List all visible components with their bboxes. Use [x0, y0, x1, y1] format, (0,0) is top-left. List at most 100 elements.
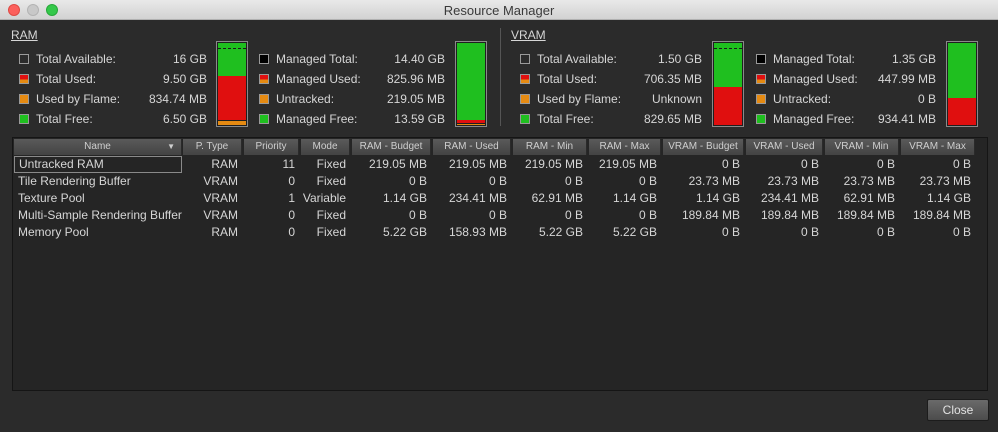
- table-cell: Fixed: [316, 157, 346, 171]
- window-title: Resource Manager: [443, 3, 555, 18]
- managed-limit-marker: [218, 48, 246, 49]
- free-swatch: [19, 114, 29, 124]
- vram-managed-total: Managed Total: 1.35 GB: [756, 51, 936, 67]
- vram-managed-used: Managed Used: 447.99 MB: [756, 71, 936, 87]
- ram-total-used: Total Used: 9.50 GB: [19, 71, 207, 87]
- vram-managed-usage-bar: [946, 41, 978, 127]
- table-cell: 0 B: [488, 174, 507, 188]
- ram-used-by-flame: Used by Flame: 834.74 MB: [19, 91, 207, 107]
- managed-limit-marker: [714, 48, 742, 49]
- table-row[interactable]: Multi-Sample Rendering Buffer VRAM 0 Fixed 0…: [14, 207, 988, 224]
- table-cell: 219.05 MB: [448, 157, 507, 171]
- empty-swatch: [520, 54, 530, 64]
- table-cell: 0: [288, 174, 295, 188]
- table-cell: VRAM: [203, 191, 238, 205]
- table-cell: 0 B: [408, 174, 427, 188]
- table-cell: 1.14 GB: [926, 191, 971, 205]
- column-header[interactable]: RAM - Min: [513, 139, 587, 155]
- vram-used-by-flame: Used by Flame: Unknown: [520, 91, 702, 107]
- column-header[interactable]: RAM - Max: [589, 139, 661, 155]
- column-header[interactable]: Priority: [244, 139, 299, 155]
- table-cell: RAM: [211, 157, 238, 171]
- ram-managed-usage-bar: [455, 41, 487, 127]
- table-cell: 23.73 MB: [843, 174, 895, 188]
- table-cell: 5.22 GB: [612, 225, 657, 239]
- table-cell: 0 B: [800, 225, 819, 239]
- column-header[interactable]: VRAM - Used: [746, 139, 823, 155]
- usage-segment: [948, 98, 976, 125]
- table-cell: Fixed: [316, 225, 346, 239]
- vram-system-usage-bar: [712, 41, 744, 127]
- close-button[interactable]: Close: [927, 399, 989, 421]
- table-cell: 62.91 MB: [843, 191, 895, 205]
- sort-descending-icon: ▼: [167, 142, 175, 151]
- column-header[interactable]: RAM - Used: [433, 139, 511, 155]
- column-header[interactable]: VRAM - Budget: [663, 139, 744, 155]
- untracked-swatch: [756, 94, 766, 104]
- column-header[interactable]: VRAM - Min: [825, 139, 899, 155]
- column-header[interactable]: Name ▼: [14, 139, 182, 155]
- table-cell: 0 B: [488, 208, 507, 222]
- table-cell: 0 B: [564, 208, 583, 222]
- table-cell: 23.73 MB: [688, 174, 740, 188]
- table-cell: 189.84 MB: [760, 208, 819, 222]
- usage-segment: [714, 87, 742, 125]
- used-swatch: [19, 74, 29, 84]
- vram-managed-free: Managed Free: 934.41 MB: [756, 111, 936, 127]
- column-header[interactable]: Mode: [301, 139, 350, 155]
- table-cell: 0 B: [638, 208, 657, 222]
- table-cell: 189.84 MB: [912, 208, 971, 222]
- flame-swatch: [19, 94, 29, 104]
- usage-segment: [457, 43, 485, 120]
- column-header[interactable]: RAM - Budget: [352, 139, 431, 155]
- title-bar: Resource Manager: [0, 0, 998, 20]
- table-cell: 0 B: [721, 157, 740, 171]
- usage-segment: [218, 76, 246, 120]
- table-row[interactable]: Untracked RAM RAM 11 Fixed 219.05 MB 219.05 M…: [14, 156, 988, 173]
- table-cell: 0 B: [800, 157, 819, 171]
- table-row[interactable]: Tile Rendering Buffer VRAM 0 Fixed 0 B 0 B 0 B…: [14, 173, 988, 190]
- table-cell: 0: [288, 208, 295, 222]
- free-swatch: [520, 114, 530, 124]
- row-name-cell: Memory Pool: [18, 225, 89, 239]
- table-cell: 189.84 MB: [681, 208, 740, 222]
- ram-managed-total: Managed Total: 14.40 GB: [259, 51, 445, 67]
- vram-section-title: VRAM: [511, 28, 546, 42]
- column-header[interactable]: VRAM - Max: [901, 139, 975, 155]
- resource-table: Name ▼ P. Type Priority Mode RAM - Budget RAM …: [12, 137, 988, 391]
- table-cell: 0 B: [638, 174, 657, 188]
- table-row[interactable]: Memory Pool RAM 0 Fixed 5.22 GB 158.93 MB 5.22…: [14, 224, 988, 241]
- used-swatch: [756, 74, 766, 84]
- table-cell: Variable: [302, 191, 346, 205]
- usage-segment: [218, 121, 246, 125]
- column-header[interactable]: P. Type: [183, 139, 242, 155]
- flame-swatch: [520, 94, 530, 104]
- row-name-cell: Tile Rendering Buffer: [18, 174, 131, 188]
- table-cell: 0 B: [876, 225, 895, 239]
- vram-untracked: Untracked: 0 B: [756, 91, 936, 107]
- row-name-cell: Multi-Sample Rendering Buffer: [18, 208, 182, 222]
- table-row[interactable]: Texture Pool VRAM 1 Variable 1.14 GB 234.41 M…: [14, 190, 988, 207]
- vram-total-free: Total Free: 829.65 MB: [520, 111, 702, 127]
- usage-segment: [457, 120, 485, 123]
- table-cell: 0 B: [876, 157, 895, 171]
- table-cell: 5.22 GB: [538, 225, 583, 239]
- table-cell: Fixed: [316, 208, 346, 222]
- total-swatch: [259, 54, 269, 64]
- free-swatch: [756, 114, 766, 124]
- table-cell: VRAM: [203, 208, 238, 222]
- table-cell: 0 B: [952, 157, 971, 171]
- ram-managed-used: Managed Used: 825.96 MB: [259, 71, 445, 87]
- table-cell: 219.05 MB: [524, 157, 583, 171]
- table-cell: 23.73 MB: [767, 174, 819, 188]
- table-cell: 0 B: [721, 225, 740, 239]
- table-cell: 62.91 MB: [531, 191, 583, 205]
- table-cell: 1.14 GB: [612, 191, 657, 205]
- table-cell: 23.73 MB: [919, 174, 971, 188]
- ram-managed-free: Managed Free: 13.59 GB: [259, 111, 445, 127]
- table-cell: 158.93 MB: [448, 225, 507, 239]
- table-cell: 219.05 MB: [598, 157, 657, 171]
- table-header: Name ▼ P. Type Priority Mode RAM - Budget RAM …: [14, 139, 988, 155]
- table-cell: 0 B: [952, 225, 971, 239]
- ram-total-available: Total Available: 16 GB: [19, 51, 207, 67]
